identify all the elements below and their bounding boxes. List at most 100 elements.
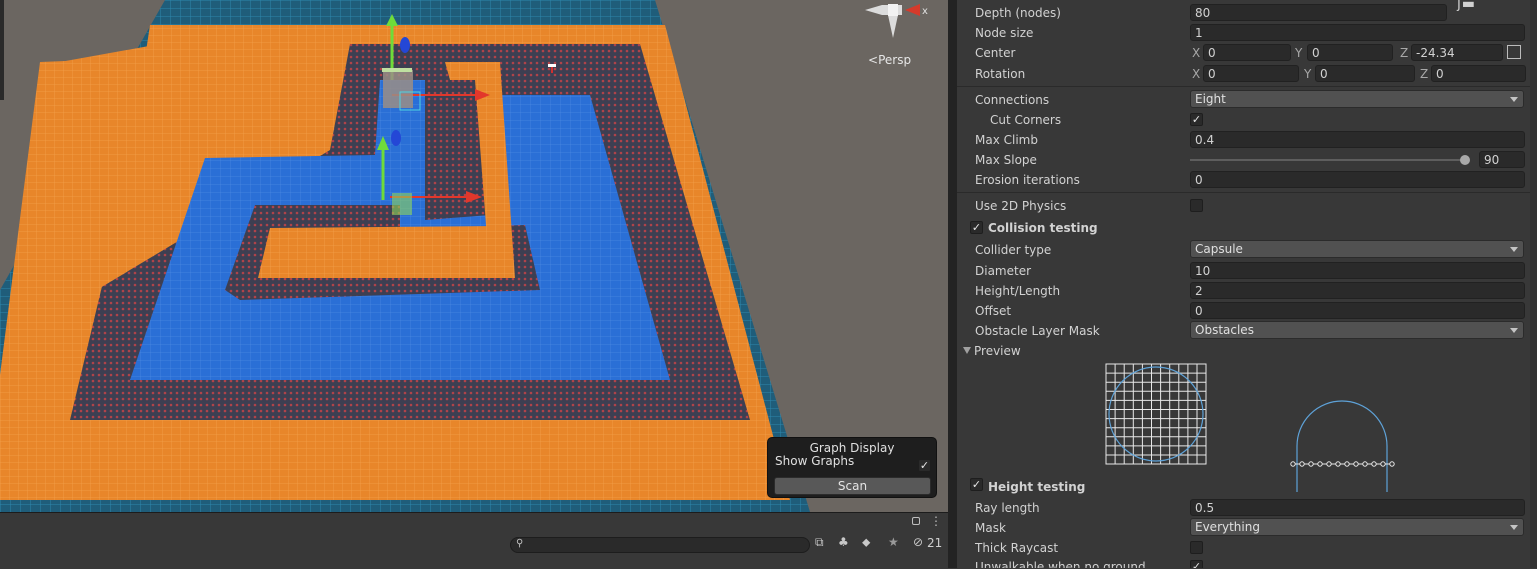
connections-value: Eight [1195,92,1226,106]
center-label: Center [975,46,1016,60]
diameter-label: Diameter [975,264,1032,278]
node-size-field[interactable]: 1 [1190,24,1525,41]
rotation-y-axis-label: Y [1304,67,1312,81]
height-length-label: Height/Length [975,284,1061,298]
rotation-label: Rotation [975,67,1026,81]
preview-foldout[interactable]: Preview [957,341,1537,361]
more-menu-icon[interactable]: ⋮ [930,515,942,527]
chevron-down-icon [1510,247,1518,252]
max-slope-row: Max Slope 90 [957,150,1537,170]
max-climb-field[interactable]: 0.4 [1190,131,1525,148]
project-toolbar: ⋮ ⚲ ⧉ ♣ ⬥ ★ ⊘ 21 [0,512,948,569]
collision-grid-preview [1105,363,1207,465]
collision-testing-checkbox[interactable]: ✓ [970,221,983,234]
node-size-label: Node size [975,26,1034,40]
scene-toolbar-remnant [0,0,4,100]
diameter-row: Diameter 10 [957,261,1537,281]
center-z-field[interactable]: -24.34 [1411,44,1503,61]
cut-corners-label: Cut Corners [990,113,1062,127]
collision-preview [1105,363,1395,492]
type-filter-icon[interactable]: ♣ [838,535,849,549]
persp-label: Persp [878,53,912,67]
mask-row: Mask Everything [957,518,1537,538]
chevron-down-icon [1510,328,1518,333]
hidden-packages-icon[interactable]: ⊘ [913,535,923,549]
persp-toggle[interactable]: <Persp [868,53,911,67]
height-testing-label: Height testing [988,480,1086,494]
max-slope-slider[interactable] [1190,159,1465,161]
ray-length-label: Ray length [975,501,1040,515]
use-2d-row: Use 2D Physics [957,196,1537,216]
snap-center-icon[interactable] [1507,45,1521,59]
rotation-x-axis-label: X [1192,67,1201,81]
max-slope-slider-handle[interactable] [1460,155,1470,165]
offset-field[interactable]: 0 [1190,302,1525,319]
orientation-gizmo-icon[interactable] [865,4,920,38]
obstacle-mask-value: Obstacles [1195,323,1254,337]
lock-icon[interactable] [912,517,920,525]
depth-field[interactable]: 80 [1190,4,1447,21]
scene-canvas[interactable]: x [0,0,948,512]
center-x-axis-label: X [1192,46,1201,60]
thick-raycast-row: Thick Raycast [957,538,1537,558]
connections-row: Connections Eight [957,90,1537,110]
favorites-icon[interactable]: ★ [888,535,899,549]
cut-corners-checkbox[interactable]: ✓ [1190,113,1203,126]
center-y-axis-label: Y [1295,46,1303,60]
center-y-field[interactable]: 0 [1307,44,1393,61]
mask-value: Everything [1195,520,1260,534]
erosion-field[interactable]: 0 [1190,171,1525,188]
node-size-row: Node size 1 [957,23,1537,43]
label-filter-icon[interactable]: ⬥ [862,535,870,550]
show-graphs-label: Show Graphs [775,454,855,468]
height-length-field[interactable]: 2 [1190,282,1525,299]
chevron-down-icon [1510,525,1518,530]
connections-dropdown[interactable]: Eight [1190,90,1524,108]
offset-label: Offset [975,304,1012,318]
height-testing-checkbox[interactable]: ✓ [970,478,983,491]
max-climb-row: Max Climb 0.4 [957,130,1537,150]
rotation-z-axis-label: Z [1420,67,1429,81]
search-input[interactable]: ⚲ [510,537,810,553]
scan-button[interactable]: Scan [774,477,931,495]
separator [957,86,1537,87]
erosion-label: Erosion iterations [975,173,1080,187]
unwalkable-row: Unwalkable when no ground ✓ [957,557,1537,568]
height-length-row: Height/Length 2 [957,281,1537,301]
depth-row: Depth (nodes) 80 [957,3,1537,23]
overlay-title: Graph Display [809,441,895,455]
max-slope-field[interactable]: 90 [1479,151,1525,168]
diameter-field[interactable]: 10 [1190,262,1525,279]
chevron-down-icon [1510,97,1518,102]
rotation-z-field[interactable]: 0 [1431,65,1526,82]
center-z-axis-label: Z [1400,46,1409,60]
obstacle-mask-dropdown[interactable]: Obstacles [1190,321,1524,339]
foldout-triangle-icon[interactable] [963,347,971,354]
rotation-row: Rotation X 0 Y 0 Z 0 [957,64,1537,84]
rotation-x-field[interactable]: 0 [1203,65,1299,82]
inspector-scrollbar[interactable] [1530,0,1537,568]
mask-dropdown[interactable]: Everything [1190,518,1524,536]
filter-icon[interactable]: ⧉ [815,535,824,550]
thick-raycast-checkbox[interactable] [1190,541,1203,554]
graph-display-overlay: Graph Display Show Graphs ✓ Scan [767,437,937,498]
collider-type-label: Collider type [975,243,1052,257]
center-x-field[interactable]: 0 [1203,44,1291,61]
panel-splitter[interactable] [948,0,957,568]
collider-type-row: Collider type Capsule [957,240,1537,260]
show-graphs-checkbox[interactable]: ✓ [918,459,931,472]
use-2d-checkbox[interactable] [1190,199,1203,212]
search-icon: ⚲ [516,538,524,549]
center-row: Center X 0 Y 0 Z -24.34 [957,43,1537,63]
collision-testing-header: ✓ Collision testing [957,218,1537,238]
erosion-row: Erosion iterations 0 [957,170,1537,190]
gizmo-x-label: x [922,6,928,17]
obstacle-mask-row: Obstacle Layer Mask Obstacles [957,321,1537,341]
inspector-panel: ʃ▬ Depth (nodes) 80 Node size 1 Center X… [957,0,1537,568]
max-climb-label: Max Climb [975,133,1038,147]
collider-type-dropdown[interactable]: Capsule [1190,240,1524,258]
scene-view[interactable]: x <Persp Graph Display Show Graphs ✓ Sca… [0,0,948,512]
ray-length-field[interactable]: 0.5 [1190,499,1525,516]
rotation-y-field[interactable]: 0 [1315,65,1415,82]
unwalkable-checkbox[interactable]: ✓ [1190,560,1203,568]
